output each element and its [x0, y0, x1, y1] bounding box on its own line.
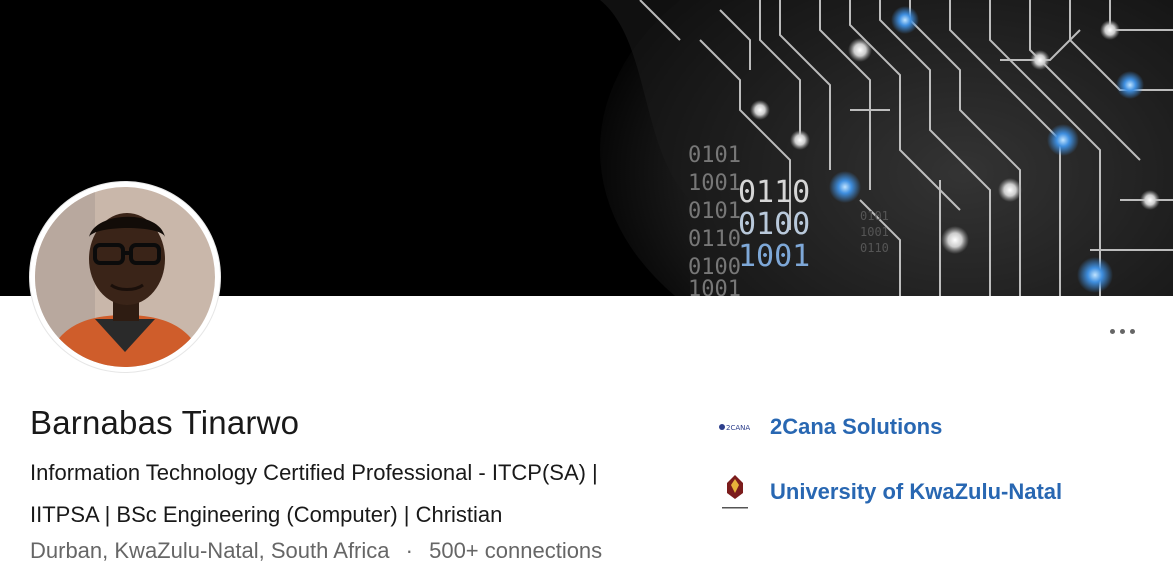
connections-count[interactable]: 500+ connections — [429, 538, 602, 563]
university-logo — [716, 473, 754, 511]
more-options-icon-dot — [1129, 328, 1135, 334]
svg-text:0101: 0101 — [860, 209, 889, 223]
more-options-icon-dot — [1119, 328, 1125, 334]
profile-photo[interactable] — [30, 182, 220, 372]
profile-headline: Information Technology Certified Profess… — [30, 452, 670, 536]
svg-text:1001: 1001 — [738, 239, 810, 274]
headline-line: IITPSA | BSc Engineering (Computer) | Ch… — [30, 502, 503, 527]
svg-text:0100: 0100 — [738, 207, 810, 242]
svg-text:0110: 0110 — [688, 227, 741, 252]
company-link[interactable]: 2CANA 2Cana Solutions — [716, 408, 942, 446]
more-options-button[interactable] — [1102, 318, 1142, 344]
profile-location: Durban, KwaZulu-Natal, South Africa — [30, 538, 390, 563]
svg-text:0110: 0110 — [738, 175, 810, 210]
company-logo-text: 2CANA — [726, 424, 750, 432]
profile-photo-image — [35, 187, 215, 367]
avatar — [35, 187, 215, 367]
university-name[interactable]: University of KwaZulu-Natal — [770, 479, 1062, 505]
profile-meta: Durban, KwaZulu-Natal, South Africa · 50… — [30, 538, 602, 564]
svg-text:1001: 1001 — [688, 171, 741, 196]
svg-text:1001: 1001 — [688, 277, 741, 296]
profile-name: Barnabas Tinarwo — [30, 404, 300, 441]
svg-text:1001: 1001 — [860, 225, 889, 239]
company-name[interactable]: 2Cana Solutions — [770, 414, 942, 440]
separator-dot: · — [405, 538, 413, 563]
education-link[interactable]: University of KwaZulu-Natal — [716, 473, 1062, 511]
svg-text:0101: 0101 — [688, 199, 741, 224]
svg-text:0110: 0110 — [860, 241, 889, 255]
more-options-icon-dot — [1109, 328, 1115, 334]
company-logo: 2CANA — [716, 408, 754, 446]
headline-line: Information Technology Certified Profess… — [30, 460, 598, 485]
svg-text:0101: 0101 — [688, 143, 741, 168]
